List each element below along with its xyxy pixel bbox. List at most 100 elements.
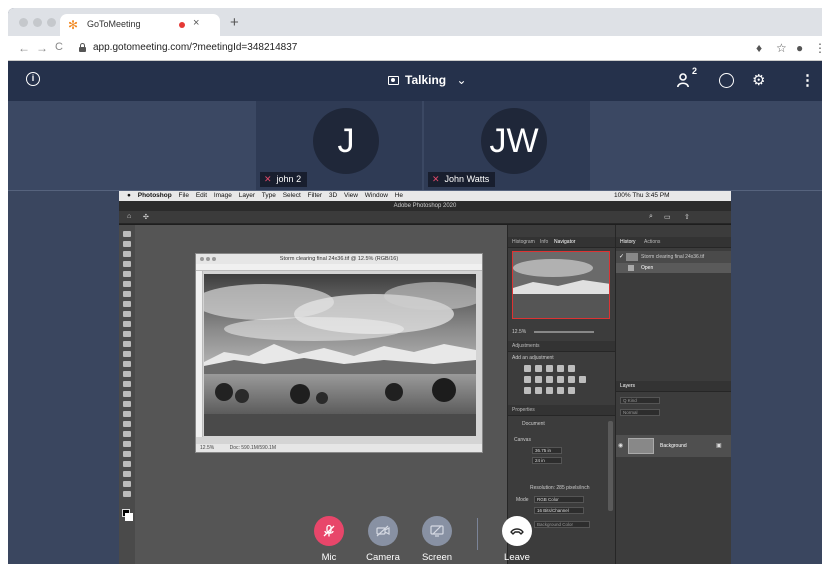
lock-icon <box>79 43 86 52</box>
people-icon[interactable] <box>677 73 693 88</box>
account-icon[interactable]: ● <box>796 41 803 55</box>
screen-share-button[interactable] <box>422 516 452 546</box>
menu-item: View <box>343 192 358 199</box>
back-button[interactable]: ← <box>18 41 30 55</box>
canvas-width-field[interactable]: 36.75 in <box>532 447 562 454</box>
navigator-tabs: Histogram Info Navigator <box>508 237 615 248</box>
window-close-button[interactable] <box>19 18 28 27</box>
meeting-header: i Talking ⌄ 2 ⚙ ⋮ <box>8 61 822 101</box>
menu-item: Photoshop <box>137 192 172 199</box>
mic-muted-icon: ✕ <box>264 174 272 184</box>
window-maximize-button[interactable] <box>47 18 56 27</box>
participant-name: john 2 <box>276 174 302 184</box>
document-window[interactable]: Storm clearing final 24x36.tif @ 12.5% (… <box>195 253 483 453</box>
adjustment-icons[interactable] <box>524 376 596 383</box>
camera-off-icon <box>376 525 390 537</box>
screen-label: Screen <box>421 552 453 563</box>
visibility-eye-icon[interactable]: ◉ <box>618 442 623 449</box>
properties-type: Document <box>522 421 545 427</box>
menu-item: Type <box>261 192 276 199</box>
participant-tile[interactable]: JW ✕ John Watts <box>424 101 590 190</box>
resolution-text: Resolution: 285 pixels/inch <box>530 485 590 491</box>
browser-window: ✻ GoToMeeting × + ← → C app.gotomeeting.… <box>8 8 822 564</box>
layer-row[interactable]: ◉ Background ▣ <box>616 435 731 457</box>
tab-navigator[interactable]: Navigator <box>554 239 575 245</box>
menu-item: Image <box>213 192 232 199</box>
workspace-icon: ▭ <box>664 214 671 221</box>
menu-item: Layer <box>238 192 255 199</box>
tab-strip: ✻ GoToMeeting × + <box>8 8 822 36</box>
settings-gear-icon[interactable]: ⚙ <box>752 71 765 89</box>
info-icon[interactable]: i <box>26 72 40 86</box>
address-bar: ← → C app.gotomeeting.com/?meetingId=348… <box>8 36 822 61</box>
participant-tile[interactable]: J ✕ john 2 <box>256 101 422 190</box>
navigator-preview[interactable] <box>512 251 610 319</box>
screen-control[interactable]: Screen <box>422 516 452 563</box>
leave-control[interactable]: Leave <box>502 516 532 563</box>
tab-info[interactable]: Info <box>540 239 548 245</box>
zoom-slider[interactable] <box>534 331 594 333</box>
chat-icon[interactable] <box>719 73 734 88</box>
mic-control[interactable]: Mic <box>314 516 344 563</box>
menu-item: File <box>178 192 189 199</box>
tab-close-button[interactable]: × <box>193 17 199 29</box>
talking-indicator[interactable]: Talking ⌄ <box>388 73 467 87</box>
history-tabs: History Actions <box>616 237 731 248</box>
layer-filter-field[interactable]: Q Kind <box>620 397 660 404</box>
layers-header: Layers <box>616 381 731 392</box>
layer-thumbnail <box>628 438 654 454</box>
menubar-status: 100% Thu 3:45 PM <box>614 192 670 199</box>
browser-menu-icon[interactable]: ⋮ <box>814 41 822 55</box>
apple-icon: ● <box>127 192 131 199</box>
participant-name-tag: ✕ John Watts <box>428 172 496 187</box>
document-status-bar: 12.5% Doc: 590.1M/590.1M <box>196 444 482 452</box>
share-icon: ⇧ <box>684 214 690 221</box>
blend-mode-select[interactable]: Normal <box>620 409 660 416</box>
url-field[interactable]: app.gotomeeting.com/?meetingId=348214837 <box>93 42 297 53</box>
avatar: JW <box>481 108 547 174</box>
controls-divider <box>477 518 478 550</box>
adjustments-hint: Add an adjustment <box>512 355 554 361</box>
window-minimize-button[interactable] <box>33 18 42 27</box>
tab-actions[interactable]: Actions <box>644 239 660 245</box>
menu-item: 3D <box>328 192 338 199</box>
forward-button[interactable]: → <box>36 41 48 55</box>
menu-item: Edit <box>195 192 208 199</box>
tab-histogram[interactable]: Histogram <box>512 239 535 245</box>
leave-button[interactable] <box>502 516 532 546</box>
camera-button[interactable] <box>368 516 398 546</box>
bookmark-star-icon[interactable]: ☆ <box>776 41 787 55</box>
canvas-label: Canvas <box>514 437 531 443</box>
zoom-level: 12.5% <box>200 445 215 451</box>
tab-title: GoToMeeting <box>87 19 141 29</box>
document-size: Doc: 590.1M/590.1M <box>229 445 276 451</box>
hang-up-icon <box>510 528 524 535</box>
adjustment-icons[interactable] <box>524 365 596 372</box>
ruler-horizontal <box>196 264 482 271</box>
tab-history[interactable]: History <box>620 239 636 245</box>
participants-count: 2 <box>692 66 698 76</box>
properties-scrollbar[interactable] <box>608 421 613 511</box>
microphone-icon[interactable]: ♦ <box>756 41 762 55</box>
talking-icon <box>388 76 399 85</box>
more-options-icon[interactable]: ⋮ <box>800 71 815 89</box>
canvas-height-field[interactable]: 24 in <box>532 457 562 464</box>
camera-control[interactable]: Camera <box>366 516 400 563</box>
menu-item: Select <box>282 192 301 199</box>
history-item[interactable]: ✓ Storm clearing final 24x36.tif <box>616 251 731 263</box>
mode-select[interactable]: RGB Color <box>534 496 584 503</box>
new-tab-button[interactable]: + <box>230 14 239 31</box>
mic-label: Mic <box>321 552 337 563</box>
reload-button[interactable]: C <box>55 41 63 53</box>
gotomeeting-logo-icon: ✻ <box>68 18 79 32</box>
mic-muted-button[interactable] <box>314 516 344 546</box>
menu-item: Window <box>364 192 388 199</box>
adjustment-icons[interactable] <box>524 387 596 394</box>
status-label: Talking <box>405 73 447 87</box>
history-item[interactable]: Open <box>616 263 731 273</box>
camera-label: Camera <box>366 552 400 563</box>
browser-tab[interactable]: ✻ GoToMeeting × <box>60 14 220 36</box>
document-icon <box>628 265 634 271</box>
adjustments-header: Adjustments <box>508 341 615 352</box>
ruler-vertical <box>196 271 203 437</box>
